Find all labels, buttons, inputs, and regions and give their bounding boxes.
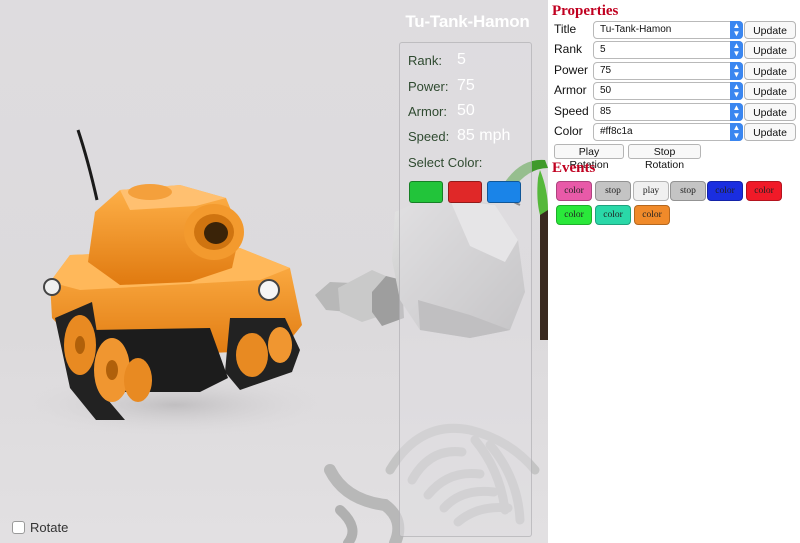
color-swatch-blue[interactable]: [487, 181, 521, 203]
select-arrows-icon: ▲ ▼: [730, 21, 743, 39]
stat-label: Speed:: [408, 129, 450, 144]
event-color-button[interactable]: color: [707, 181, 743, 201]
property-row-power: Power 75 ▲ ▼ Update: [548, 62, 800, 82]
power-select-value: 75: [600, 65, 612, 76]
select-arrows-icon: ▲ ▼: [730, 41, 743, 59]
stop-rotation-button[interactable]: Stop Rotation: [628, 144, 701, 171]
stat-value: 5: [457, 51, 466, 68]
stat-value: 85 mph: [457, 127, 511, 144]
event-stop-button[interactable]: stop: [595, 181, 631, 201]
property-label: Color: [554, 124, 583, 138]
rank-update-button[interactable]: Update: [744, 41, 796, 59]
property-label: Armor: [554, 83, 587, 97]
side-panel: Properties Title Tu-Tank-Hamon ▲ ▼ Update…: [548, 0, 800, 543]
event-color-button[interactable]: color: [556, 181, 592, 201]
rank-select[interactable]: 5 ▲ ▼: [593, 41, 743, 59]
select-arrows-icon: ▲ ▼: [730, 123, 743, 141]
tank-model[interactable]: [43, 129, 302, 420]
speed-select-value: 85: [600, 106, 612, 117]
property-label: Speed: [554, 104, 589, 118]
play-rotation-button[interactable]: Play Rotation: [554, 144, 624, 171]
tank-title: Tu-Tank-Hamon: [405, 12, 530, 31]
event-play-button[interactable]: play: [633, 181, 669, 201]
rotate-label: Rotate: [30, 519, 69, 535]
event-stop-button[interactable]: stop: [670, 181, 706, 201]
event-color-button[interactable]: color: [746, 181, 782, 201]
speed-select[interactable]: 85 ▲ ▼: [593, 103, 743, 121]
rank-select-value: 5: [600, 44, 606, 55]
select-arrows-icon: ▲ ▼: [730, 62, 743, 80]
rotate-checkbox[interactable]: [12, 520, 25, 534]
scene-viewport[interactable]: Tu-Tank-Hamon Rank: 5 Power: 75 Armor: 5…: [0, 0, 548, 543]
color-swatch-green[interactable]: [409, 181, 443, 203]
events-heading: Events: [552, 160, 596, 176]
power-update-button[interactable]: Update: [744, 62, 796, 80]
property-row-color: Color #ff8c1a ▲ ▼ Update: [548, 123, 800, 143]
stat-label: Rank:: [408, 53, 442, 68]
event-color-button[interactable]: color: [634, 205, 670, 225]
color-swatch-red[interactable]: [448, 181, 482, 203]
armor-select[interactable]: 50 ▲ ▼: [593, 82, 743, 100]
select-arrows-icon: ▲ ▼: [730, 82, 743, 100]
stat-value: 75: [457, 77, 475, 94]
property-label: Power: [554, 63, 589, 77]
color-update-button[interactable]: Update: [744, 123, 796, 141]
property-label: Rank: [554, 42, 583, 56]
stats-panel: Rank: 5 Power: 75 Armor: 50 Speed: 85 mp…: [399, 42, 532, 537]
properties-heading: Properties: [552, 3, 619, 19]
speed-update-button[interactable]: Update: [744, 103, 796, 121]
event-color-button[interactable]: color: [556, 205, 592, 225]
title-select[interactable]: Tu-Tank-Hamon ▲ ▼: [593, 21, 743, 39]
power-select[interactable]: 75 ▲ ▼: [593, 62, 743, 80]
stat-label: Power:: [408, 79, 449, 94]
color-select[interactable]: #ff8c1a ▲ ▼: [593, 123, 743, 141]
rotate-toggle[interactable]: Rotate: [12, 519, 68, 535]
property-row-rank: Rank 5 ▲ ▼ Update: [548, 41, 800, 61]
title-select-value: Tu-Tank-Hamon: [600, 24, 672, 35]
stat-label: Armor:: [408, 104, 447, 119]
armor-update-button[interactable]: Update: [744, 82, 796, 100]
stat-value: 50: [457, 102, 475, 119]
property-row-speed: Speed 85 ▲ ▼ Update: [548, 103, 800, 123]
color-select-value: #ff8c1a: [600, 126, 633, 137]
select-arrows-icon: ▲ ▼: [730, 103, 743, 121]
title-update-button[interactable]: Update: [744, 21, 796, 39]
event-color-button[interactable]: color: [595, 205, 631, 225]
property-label: Title: [554, 22, 577, 36]
property-row-title: Title Tu-Tank-Hamon ▲ ▼ Update: [548, 21, 800, 41]
property-row-armor: Armor 50 ▲ ▼ Update: [548, 82, 800, 102]
armor-select-value: 50: [600, 85, 612, 96]
select-color-label: Select Color:: [408, 155, 483, 170]
